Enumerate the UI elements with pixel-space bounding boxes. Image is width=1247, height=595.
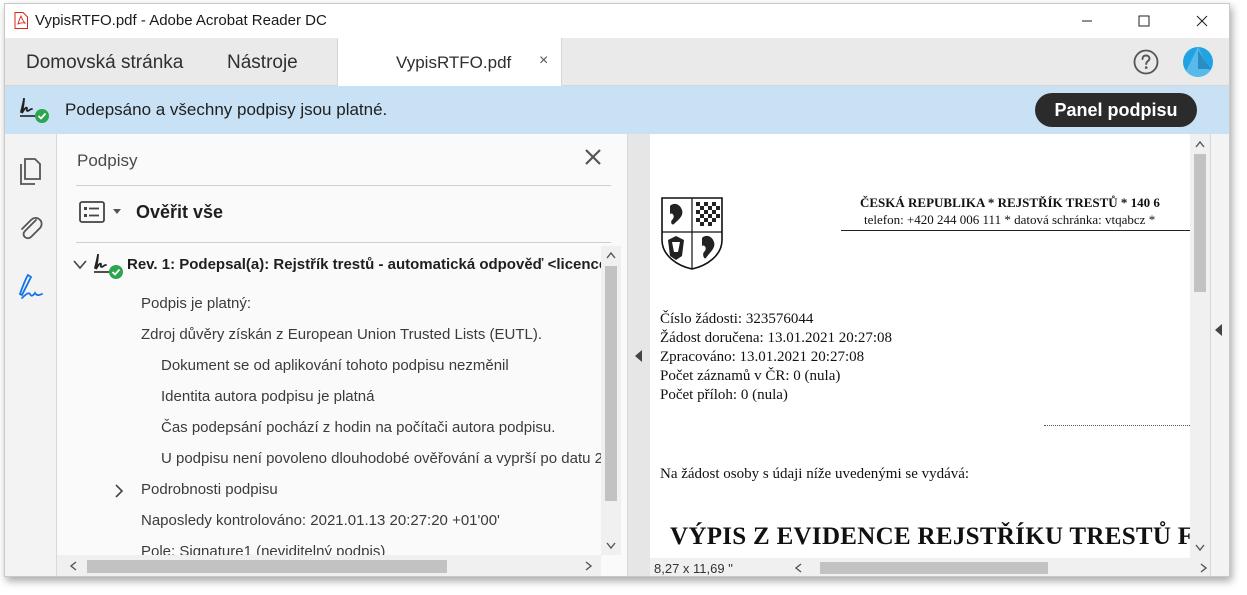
list-item: Zdroj důvěry získán z European Union Tru… (141, 326, 543, 343)
scroll-right-icon[interactable] (585, 561, 593, 571)
panel-divider (76, 185, 611, 186)
chevron-right-icon[interactable] (114, 484, 124, 498)
scrollbar-thumb[interactable] (87, 560, 447, 573)
coat-of-arms-emblem (661, 197, 723, 270)
page-size-label: 8,27 x 11,69 " (654, 561, 733, 576)
minimize-button[interactable] (1058, 4, 1116, 38)
validate-list-icon[interactable] (79, 201, 105, 223)
signature-pen-icon[interactable] (16, 272, 46, 302)
panel-horizontal-scrollbar[interactable] (57, 555, 601, 576)
pdf-file-icon (14, 12, 28, 29)
maximize-button[interactable] (1115, 4, 1173, 38)
acrobat-window: VypisRTFO.pdf - Adobe Acrobat Reader DC … (4, 3, 1230, 577)
meta-line: Číslo žádosti: 323576044 (660, 311, 814, 327)
signature-panel-button[interactable]: Panel podpisu (1035, 93, 1197, 127)
signature-status-message: Podepsáno a všechny podpisy jsou platné. (65, 100, 388, 119)
panel-title: Podpisy (77, 151, 138, 170)
list-item: Dokument se od aplikování tohoto podpisu… (161, 357, 509, 374)
left-tool-rail (5, 134, 57, 576)
document-header-title: ČESKÁ REPUBLIKA * REJSTŘÍK TRESTŮ * 140 … (860, 195, 1160, 210)
help-circle-icon[interactable] (1133, 49, 1159, 75)
list-item: Podpis je platný: (141, 295, 252, 312)
tab-bar: Domovská stránka Nástroje VypisRTFO.pdf … (5, 38, 1229, 87)
tab-home[interactable]: Domovská stránka (26, 52, 183, 74)
user-avatar-icon (1183, 47, 1213, 77)
meta-line: Počet záznamů v ČR: 0 (nula) (660, 368, 841, 384)
dotted-signature-line (1044, 425, 1190, 426)
chevron-down-icon[interactable] (112, 208, 122, 216)
expand-right-panel-icon[interactable] (1215, 324, 1223, 336)
tab-document-label: VypisRTFO.pdf (396, 53, 512, 72)
document-area: ČESKÁ REPUBLIKA * REJSTŘÍK TRESTŮ * 140 … (628, 134, 1229, 576)
document-title: VÝPIS Z EVIDENCE REJSTŘÍKU TRESTŮ F (670, 523, 1190, 550)
scroll-down-icon[interactable] (1195, 544, 1205, 552)
signature-banner: Podepsáno a všechny podpisy jsou platné.… (5, 86, 1229, 134)
document-header-contact: telefon: +420 244 006 111 * datová schrá… (864, 212, 1156, 227)
signatures-panel: Podpisy Ověřit vše Rev. 1: Podepsal(a): … (57, 134, 628, 576)
panel-divider (76, 242, 611, 243)
meta-line: Zpracováno: 13.01.2021 20:27:08 (660, 349, 865, 365)
scrollbar-thumb[interactable] (605, 266, 617, 501)
validate-all-button[interactable]: Ověřit vše (136, 202, 223, 223)
chevron-down-icon[interactable] (73, 260, 87, 270)
revision-item[interactable]: Rev. 1: Podepsal(a): Rejstřík trestů - a… (127, 256, 601, 273)
avatar[interactable] (1183, 47, 1213, 77)
scroll-left-icon[interactable] (794, 563, 802, 573)
scroll-up-icon[interactable] (606, 251, 616, 259)
panel-vertical-scrollbar[interactable] (601, 246, 621, 555)
window-title: VypisRTFO.pdf - Adobe Acrobat Reader DC (35, 12, 327, 29)
scroll-left-icon[interactable] (69, 561, 77, 571)
page-horizontal-scrollbar[interactable]: 8,27 x 11,69 " (650, 558, 1210, 576)
signature-valid-icon (20, 97, 49, 123)
scrollbar-thumb[interactable] (820, 562, 1048, 574)
list-item: Pole: Signature1 (neviditelný podpis) (141, 543, 386, 555)
request-text: Na žádost osoby s údaji níže uvedenými s… (660, 466, 970, 482)
right-panel-toggle[interactable] (1210, 134, 1229, 576)
meta-line: Žádost doručena: 13.01.2021 20:27:08 (660, 330, 893, 346)
collapse-left-panel-icon[interactable] (635, 350, 643, 362)
meta-line: Počet příloh: 0 (nula) (660, 387, 788, 403)
scroll-down-icon[interactable] (606, 542, 616, 550)
list-item: Identita autora podpisu je platná (161, 388, 375, 405)
list-item: Naposledy kontrolováno: 2021.01.13 20:27… (141, 512, 500, 529)
pdf-page: ČESKÁ REPUBLIKA * REJSTŘÍK TRESTŮ * 140 … (650, 134, 1190, 558)
tab-close-button[interactable]: × (539, 52, 548, 70)
paperclip-icon[interactable] (16, 212, 44, 242)
close-panel-icon[interactable] (584, 148, 602, 166)
maximize-icon (1138, 15, 1150, 27)
tab-document[interactable]: VypisRTFO.pdf × (337, 38, 562, 87)
scroll-right-icon[interactable] (1200, 563, 1208, 573)
tab-tools[interactable]: Nástroje (227, 52, 298, 74)
scroll-up-icon[interactable] (1195, 140, 1205, 148)
list-item: U podpisu není povoleno dlouhodobé ověřo… (161, 450, 601, 467)
page-thumbnails-icon[interactable] (16, 156, 44, 186)
title-bar: VypisRTFO.pdf - Adobe Acrobat Reader DC (5, 4, 1229, 38)
signature-details-item[interactable]: Podrobnosti podpisu (141, 481, 278, 498)
request-metadata: Číslo žádosti: 323576044 Žádost doručena… (660, 310, 892, 405)
close-icon (1196, 15, 1208, 27)
minimize-icon (1082, 20, 1092, 22)
signature-tree: Rev. 1: Podepsal(a): Rejstřík trestů - a… (57, 244, 601, 555)
close-window-button[interactable] (1173, 4, 1229, 38)
header-rule (841, 230, 1190, 231)
page-vertical-scrollbar[interactable] (1190, 134, 1210, 558)
signature-valid-icon (94, 253, 123, 279)
list-item: Čas podepsání pochází z hodin na počítač… (161, 419, 556, 436)
scrollbar-thumb[interactable] (1194, 154, 1206, 292)
